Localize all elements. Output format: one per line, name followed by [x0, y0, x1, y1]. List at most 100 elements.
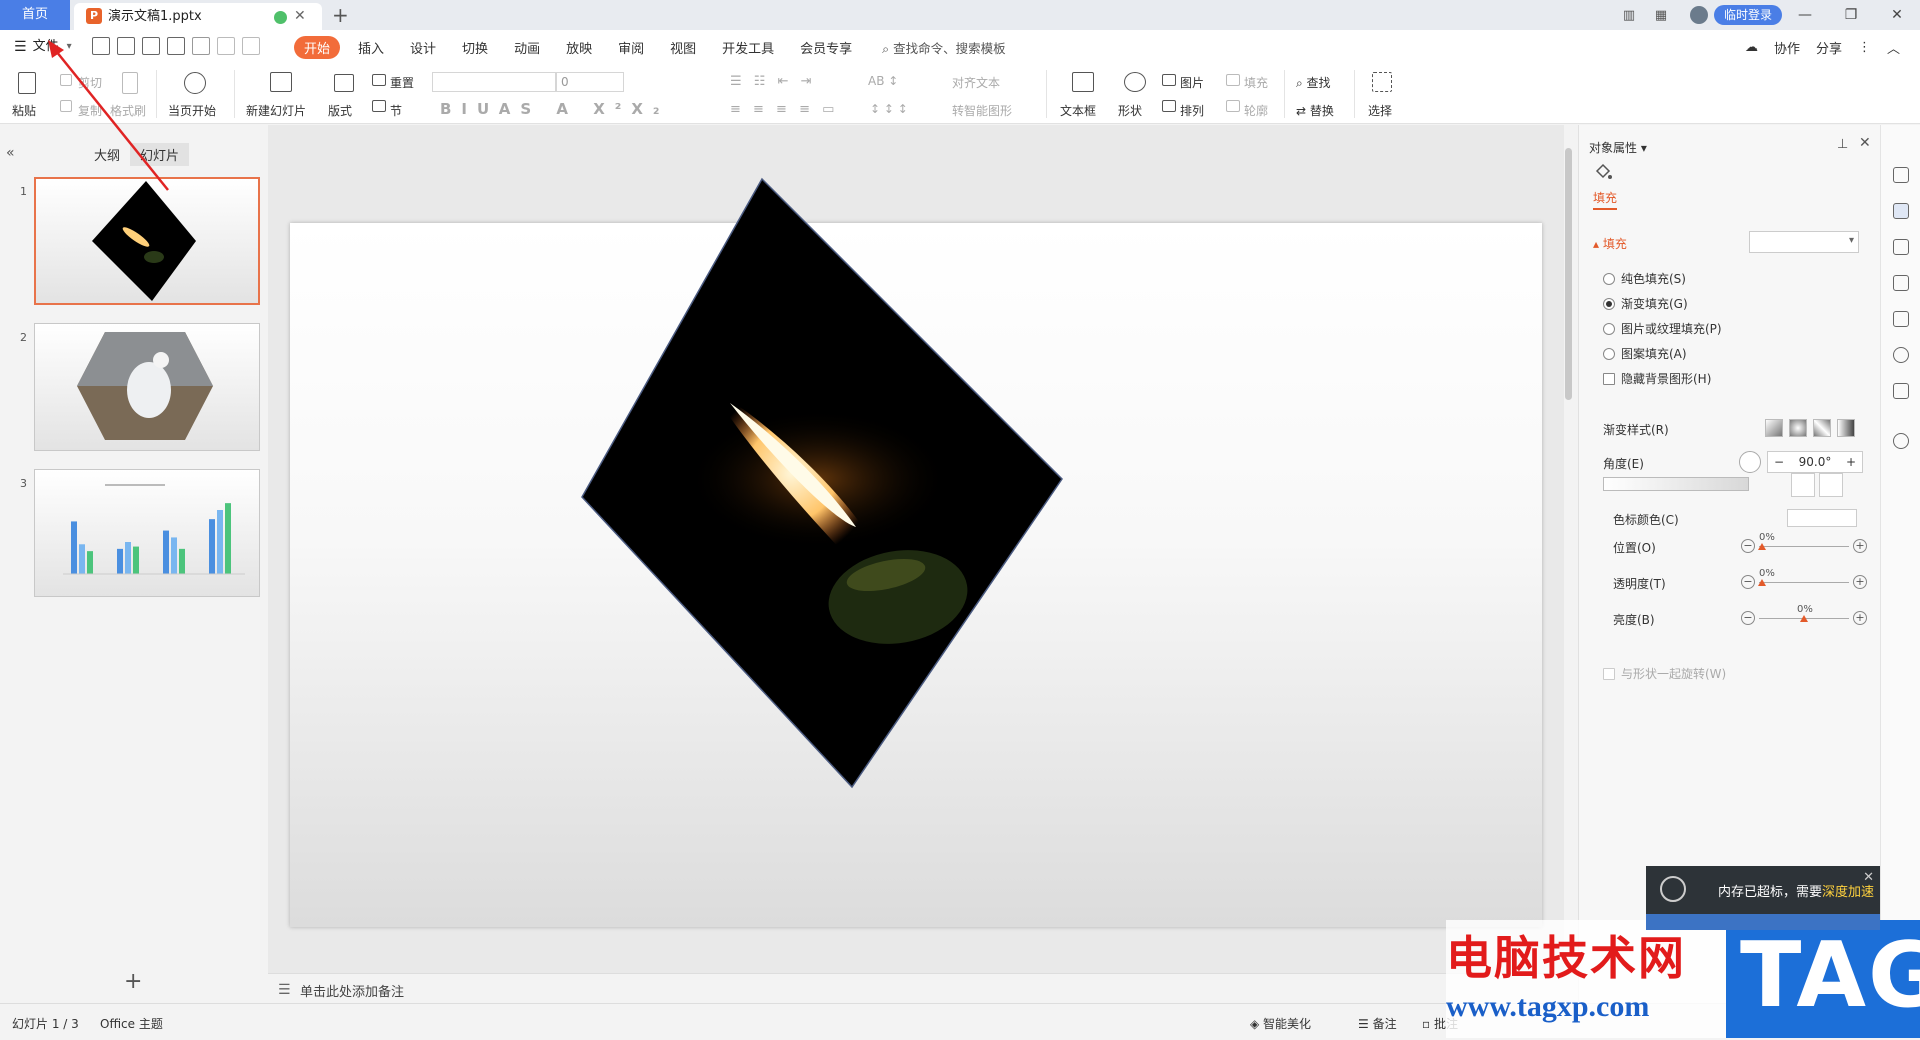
- fill-button[interactable]: 填充: [1244, 74, 1268, 91]
- decrease-icon[interactable]: −: [1741, 575, 1755, 589]
- tab-member[interactable]: 会员专享: [800, 38, 852, 57]
- command-search[interactable]: ⌕ 查找命令、搜索模板: [882, 38, 1006, 57]
- angle-dial[interactable]: [1739, 451, 1761, 473]
- decrease-icon[interactable]: −: [1741, 539, 1755, 553]
- restore-icon[interactable]: ❐: [1828, 0, 1874, 30]
- tab-fill[interactable]: 填充: [1593, 189, 1618, 210]
- login-button[interactable]: 临时登录: [1713, 5, 1782, 25]
- candle-diamond-image[interactable]: [580, 177, 1064, 881]
- stop-color-dropdown[interactable]: [1787, 509, 1857, 527]
- position-slider[interactable]: − 0% +: [1741, 532, 1871, 557]
- align-text-button[interactable]: 对齐文本: [952, 74, 1000, 91]
- tab-transition[interactable]: 切换: [462, 38, 488, 57]
- angle-input[interactable]: − 90.0° +: [1767, 451, 1863, 473]
- tab-review[interactable]: 审阅: [618, 38, 644, 57]
- picture-icon[interactable]: [1162, 74, 1176, 86]
- share-button[interactable]: 分享: [1816, 38, 1842, 57]
- textbox-icon[interactable]: [1072, 72, 1094, 92]
- tab-design[interactable]: 设计: [410, 38, 436, 57]
- grid-icon[interactable]: ▦: [1650, 0, 1672, 30]
- undo-icon[interactable]: [192, 37, 210, 55]
- fill-bucket-icon[interactable]: [1593, 163, 1613, 183]
- layout-icon[interactable]: [334, 74, 354, 92]
- increase-icon[interactable]: +: [1853, 539, 1867, 553]
- slide-canvas[interactable]: [290, 177, 1542, 927]
- outline-icon[interactable]: [1226, 100, 1240, 112]
- new-slide-button[interactable]: 新建幻灯片: [246, 102, 306, 119]
- slide-thumbnail-2[interactable]: [34, 323, 260, 451]
- fill-color-dropdown[interactable]: [1749, 231, 1859, 253]
- font-family-select[interactable]: [432, 72, 556, 92]
- reset-icon[interactable]: [372, 74, 386, 86]
- layout-button[interactable]: 版式: [328, 102, 352, 119]
- book-icon[interactable]: [1893, 383, 1909, 399]
- play-icon[interactable]: [184, 72, 206, 94]
- slider-knob[interactable]: [1758, 543, 1766, 550]
- fill-icon[interactable]: [1226, 74, 1240, 86]
- avatar[interactable]: [1689, 6, 1708, 24]
- close-panel-icon[interactable]: ✕: [1859, 135, 1871, 151]
- vertical-scrollbar[interactable]: [1565, 148, 1572, 400]
- section-button[interactable]: 节: [390, 102, 402, 119]
- tab-slideshow[interactable]: 放映: [566, 38, 592, 57]
- add-tab-icon[interactable]: +: [332, 2, 349, 28]
- transparency-slider[interactable]: − 0% +: [1741, 568, 1871, 593]
- rotate-with-shape-checkbox[interactable]: 与形状一起旋转(W): [1603, 665, 1726, 682]
- add-stop-icon[interactable]: [1791, 473, 1815, 497]
- gradient-style-radial[interactable]: [1789, 419, 1807, 437]
- shape-button[interactable]: 形状: [1118, 102, 1142, 119]
- minimize-icon[interactable]: —: [1782, 0, 1828, 30]
- animation-icon[interactable]: [1893, 239, 1909, 255]
- find-button[interactable]: ⌕ 查找: [1296, 74, 1331, 91]
- decrease-icon[interactable]: −: [1741, 611, 1755, 625]
- replace-button[interactable]: ⇄ 替换: [1296, 102, 1334, 119]
- close-tab-icon[interactable]: ✕: [294, 3, 306, 30]
- smartart-button[interactable]: 转智能图形: [952, 102, 1012, 119]
- beautify-button[interactable]: ◈ 智能美化: [1250, 1015, 1311, 1032]
- gradient-style-path[interactable]: [1837, 419, 1855, 437]
- properties-icon[interactable]: [1893, 203, 1909, 219]
- outline-button[interactable]: 轮廓: [1244, 102, 1268, 119]
- brightness-slider[interactable]: − 0% +: [1741, 604, 1871, 629]
- fill-section-header[interactable]: ▴ 填充: [1593, 235, 1627, 252]
- shape-icon[interactable]: [1124, 72, 1146, 92]
- collapse-ribbon-icon[interactable]: ︿: [1887, 38, 1900, 57]
- pin-icon[interactable]: ⊥: [1837, 137, 1848, 152]
- image-tools-icon[interactable]: [1893, 311, 1909, 327]
- list-buttons[interactable]: ☰ ☷ ⇤ ⇥: [730, 74, 816, 89]
- notes-toggle[interactable]: ☰ 备注: [1358, 1015, 1397, 1032]
- hide-background-checkbox[interactable]: 隐藏背景图形(H): [1603, 370, 1711, 387]
- increase-icon[interactable]: +: [1853, 611, 1867, 625]
- layout-icon[interactable]: ▥: [1618, 0, 1640, 30]
- radio-solid-fill[interactable]: 纯色填充(S): [1603, 270, 1686, 287]
- font-size-select[interactable]: 0: [556, 72, 624, 92]
- gradient-style-linear[interactable]: [1765, 419, 1783, 437]
- angle-decrease[interactable]: −: [1774, 452, 1784, 472]
- ime-toolbar[interactable]: [1646, 914, 1880, 930]
- font-style-buttons[interactable]: BIUAS A X²X₂: [440, 100, 669, 118]
- new-slide-icon[interactable]: [270, 72, 292, 92]
- slider-knob[interactable]: [1758, 579, 1766, 586]
- text-direction-button[interactable]: AB ↕: [868, 74, 898, 88]
- collab-button[interactable]: 协作: [1774, 38, 1800, 57]
- tab-animation[interactable]: 动画: [514, 38, 540, 57]
- more-icon[interactable]: ⋮: [1858, 40, 1871, 55]
- tab-insert[interactable]: 插入: [358, 38, 384, 57]
- cloud-sync-icon[interactable]: ☁: [1745, 40, 1758, 55]
- increase-icon[interactable]: +: [1853, 575, 1867, 589]
- section-icon[interactable]: [372, 100, 386, 112]
- paste-icon[interactable]: [18, 72, 36, 94]
- gradient-bar[interactable]: [1603, 477, 1749, 491]
- radio-pattern-fill[interactable]: 图案填充(A): [1603, 345, 1687, 362]
- close-window-icon[interactable]: ✕: [1874, 0, 1920, 30]
- add-slide-icon[interactable]: +: [124, 969, 142, 994]
- radio-picture-fill[interactable]: 图片或纹理填充(P): [1603, 320, 1722, 337]
- arrange-icon[interactable]: [1162, 100, 1176, 112]
- select-icon[interactable]: [1372, 72, 1392, 92]
- location-icon[interactable]: [1893, 347, 1909, 363]
- textbox-button[interactable]: 文本框: [1060, 102, 1096, 119]
- tab-document[interactable]: P 演示文稿1.pptx ✕: [74, 3, 322, 30]
- format-clear-icon[interactable]: [242, 37, 260, 55]
- tab-view[interactable]: 视图: [670, 38, 696, 57]
- deep-boost-link[interactable]: 深度加速: [1822, 885, 1874, 900]
